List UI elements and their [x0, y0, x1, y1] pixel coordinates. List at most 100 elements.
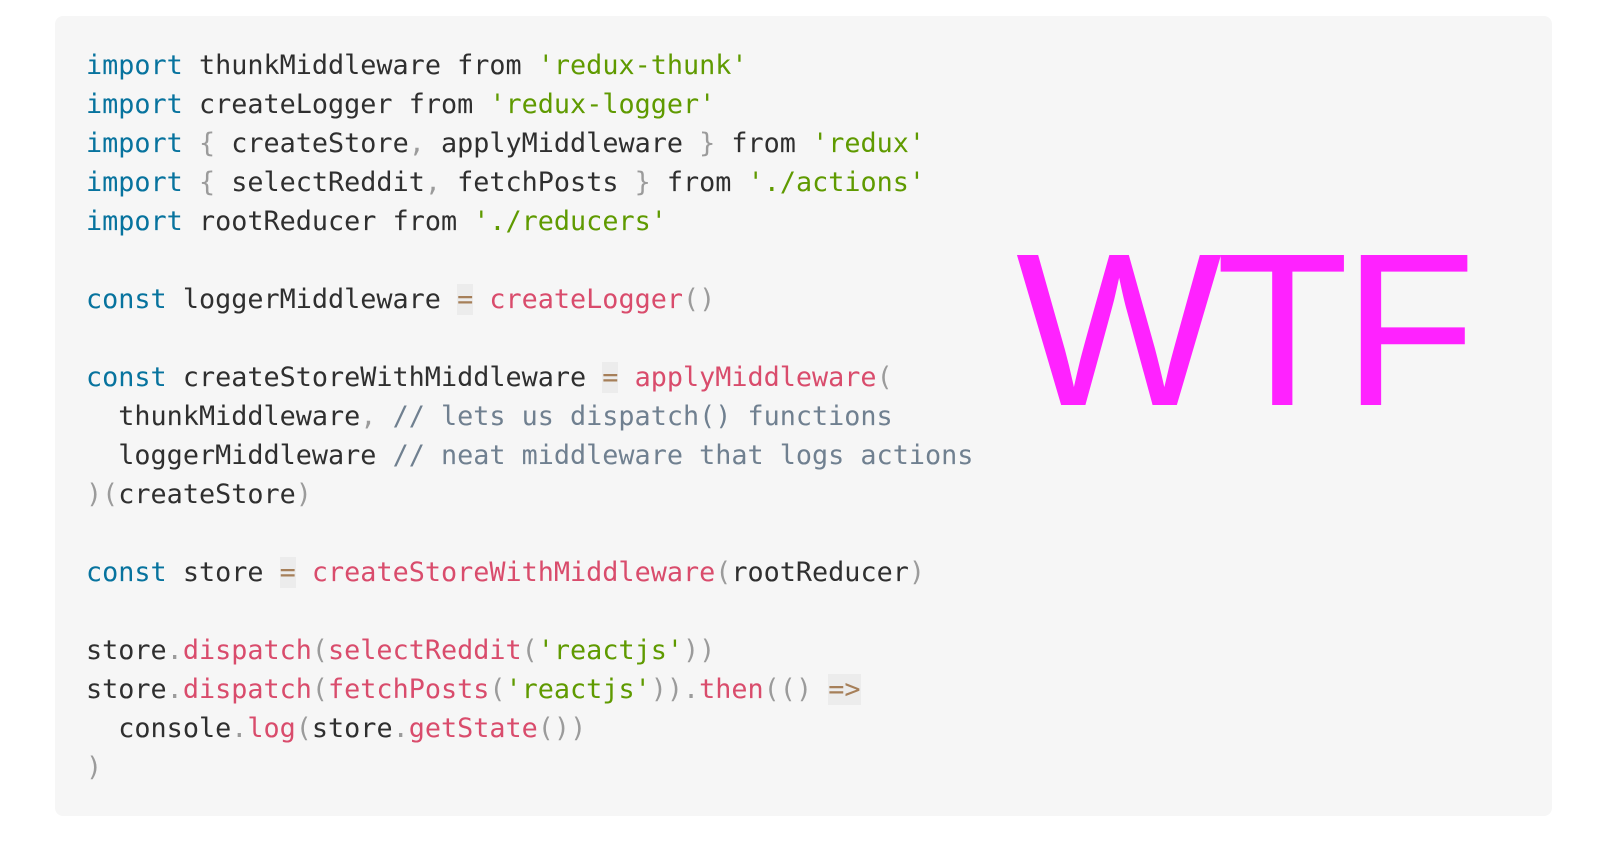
code-token-punct: (: [521, 635, 538, 666]
code-token-punct: )).: [650, 674, 700, 705]
code-token-punct: ): [908, 557, 925, 588]
code-line: )(createStore): [86, 475, 973, 514]
code-line: import { createStore, applyMiddleware } …: [86, 124, 973, 163]
code-token-function: fetchPosts: [328, 674, 490, 705]
code-token-ident: console: [118, 713, 232, 744]
code-token-keyword: const: [86, 557, 167, 588]
code-token-punct: (: [876, 362, 893, 393]
code-token-string: 'redux-thunk': [537, 50, 748, 81]
code-token-punct: ((): [763, 674, 813, 705]
code-token-punct: (: [295, 713, 312, 744]
code-token-function: createStoreWithMiddleware: [311, 557, 716, 588]
code-token-keyword: import: [86, 128, 183, 159]
code-token-ident: from: [392, 206, 458, 237]
code-token-ident: store: [86, 635, 167, 666]
code-line: console.log(store.getState()): [86, 709, 973, 748]
code-token-punct: )(: [86, 479, 119, 510]
code-token-punct: .: [166, 635, 183, 666]
code-token-function: selectReddit: [328, 635, 522, 666]
code-token-punct: ,: [424, 167, 441, 198]
code-token-string: './reducers': [473, 206, 667, 237]
code-token-ident: fetchPosts: [457, 167, 619, 198]
code-line: import rootReducer from './reducers': [86, 202, 973, 241]
code-token-operator: =: [602, 362, 619, 393]
code-token-punct: .: [166, 674, 183, 705]
code-token-ident: thunkMiddleware: [198, 50, 441, 81]
code-token-keyword: import: [86, 50, 183, 81]
code-token-function: dispatch: [182, 635, 312, 666]
code-token-ident: store: [182, 557, 264, 588]
code-line: store.dispatch(fetchPosts('reactjs')).th…: [86, 670, 973, 709]
code-line: const createStoreWithMiddleware = applyM…: [86, 358, 973, 397]
code-token-punct: {: [198, 167, 216, 198]
code-token-string: './actions': [747, 167, 926, 198]
code-token-ident: createStoreWithMiddleware: [182, 362, 587, 393]
code-token-keyword: import: [86, 206, 183, 237]
code-block: import thunkMiddleware from 'redux-thunk…: [86, 46, 973, 787]
code-token-string: 'reactjs': [537, 635, 683, 666]
code-token-punct: ): [295, 479, 312, 510]
code-token-ident: thunkMiddleware: [118, 401, 361, 432]
code-token-operator: =: [457, 284, 474, 315]
code-token-ident: rootReducer: [731, 557, 909, 588]
code-token-function: then: [699, 674, 764, 705]
code-token-operator: =>: [828, 674, 861, 705]
code-token-punct: ,: [408, 128, 425, 159]
code-token-string: 'redux-logger': [489, 89, 716, 120]
code-token-keyword: import: [86, 89, 183, 120]
code-token-keyword: const: [86, 284, 167, 315]
wtf-overlay-text: WTF: [1016, 209, 1476, 452]
code-token-ident: createStore: [231, 128, 409, 159]
code-token-function: applyMiddleware: [634, 362, 877, 393]
code-token-punct: (: [311, 674, 329, 705]
code-token-string: 'reactjs': [505, 674, 651, 705]
code-token-function: log: [247, 713, 296, 744]
code-line: loggerMiddleware // neat middleware that…: [86, 436, 973, 475]
code-token-punct: ,: [360, 401, 377, 432]
code-token-punct: }: [634, 167, 651, 198]
code-token-ident: rootReducer: [198, 206, 377, 237]
code-line: import { selectReddit, fetchPosts } from…: [86, 163, 973, 202]
code-line: ): [86, 748, 973, 787]
code-line: import thunkMiddleware from 'redux-thunk…: [86, 46, 973, 85]
code-token-punct: }: [699, 128, 716, 159]
code-line: import createLogger from 'redux-logger': [86, 85, 973, 124]
code-token-ident: from: [666, 167, 732, 198]
code-token-comment: // lets us dispatch() functions: [392, 401, 893, 432]
code-token-function: getState: [408, 713, 538, 744]
code-token-ident: store: [86, 674, 167, 705]
code-token-punct: (: [489, 674, 506, 705]
